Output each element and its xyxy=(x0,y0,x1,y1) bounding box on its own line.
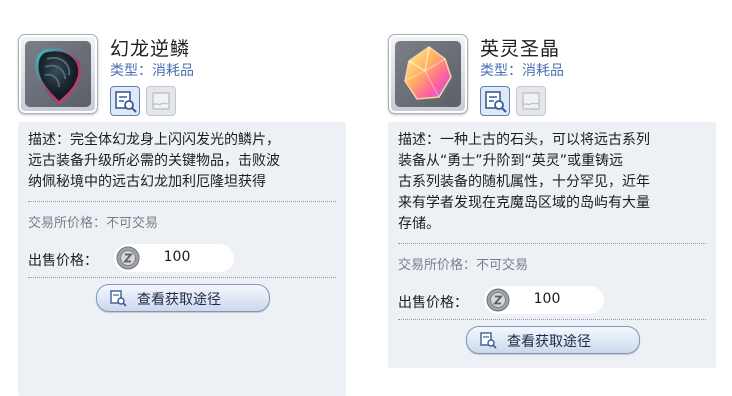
item-header: 幻龙逆鳞 类型：消耗品 xyxy=(18,26,346,122)
coin-icon xyxy=(486,288,510,312)
sell-price-field: 100 xyxy=(484,286,604,314)
item-type: 类型：消耗品 xyxy=(480,63,564,79)
item-type: 类型：消耗品 xyxy=(110,63,194,79)
card-view-button[interactable] xyxy=(516,86,546,116)
item-thumbnail xyxy=(18,34,98,114)
card-view-button[interactable] xyxy=(146,86,176,116)
item-name: 英灵圣晶 xyxy=(480,38,561,60)
description-line: 描述：一种上古的石头，可以将远古系列 xyxy=(398,132,650,148)
card-icon xyxy=(522,92,540,110)
sell-price-row: 出售价格： 100 xyxy=(18,241,346,277)
acquire-icon xyxy=(480,332,497,349)
inspect-icon xyxy=(115,91,137,113)
item-card-dragon-scale: 幻龙逆鳞 类型：消耗品 描述：完全体幻龙身上闪闪发光的鳞片， 远古装备升级所必需… xyxy=(18,26,346,396)
sell-price-label: 出售价格： xyxy=(28,253,98,269)
coin-icon xyxy=(116,246,140,270)
view-acquisition-button[interactable]: 查看获取途径 xyxy=(466,326,640,354)
description-line: 存储。 xyxy=(398,216,440,232)
inspect-icon xyxy=(485,91,507,113)
item-description: 描述：一种上古的石头，可以将远古系列 装备从“勇士”升阶到“英灵”或重铸远 古系… xyxy=(388,122,716,243)
acquire-label: 查看获取途径 xyxy=(507,334,591,350)
item-info-panel: 描述：完全体幻龙身上闪闪发光的鳞片， 远古装备升级所必需的关键物品，击败波 纳佩… xyxy=(18,122,346,396)
acquire-icon xyxy=(110,290,127,307)
item-info-panel: 描述：一种上古的石头，可以将远古系列 装备从“勇士”升阶到“英灵”或重铸远 古系… xyxy=(388,122,716,368)
crystal-icon xyxy=(395,41,461,107)
description-line: 来有学者发现在克魔岛区域的岛屿有大量 xyxy=(398,195,650,211)
trade-price: 交易所价格：不可交易 xyxy=(398,258,529,273)
description-line: 古系列装备的随机属性，十分罕见，近年 xyxy=(398,174,650,190)
sell-price-label: 出售价格： xyxy=(398,295,468,311)
item-card-hero-crystal: 英灵圣晶 类型：消耗品 描述：一种上古的石头，可以将远古系列 装备从“勇士”升阶… xyxy=(388,26,716,368)
description-line: 描述：完全体幻龙身上闪闪发光的鳞片， xyxy=(28,132,280,148)
description-line: 远古装备升级所必需的关键物品，击败波 xyxy=(28,153,280,169)
inspect-button[interactable] xyxy=(110,86,140,116)
item-description: 描述：完全体幻龙身上闪闪发光的鳞片， 远古装备升级所必需的关键物品，击败波 纳佩… xyxy=(18,122,346,201)
dragon-scale-icon xyxy=(25,41,91,107)
acquire-row: 查看获取途径 xyxy=(18,278,346,322)
sell-price-value: 100 xyxy=(533,291,561,307)
sell-price-field: 100 xyxy=(114,244,234,272)
item-thumbnail xyxy=(388,34,468,114)
sell-price-value: 100 xyxy=(163,249,191,265)
description-line: 纳佩秘境中的远古幻龙加利厄隆坦获得 xyxy=(28,174,266,190)
trade-price: 交易所价格：不可交易 xyxy=(28,216,159,231)
description-line: 装备从“勇士”升阶到“英灵”或重铸远 xyxy=(398,153,624,169)
acquire-label: 查看获取途径 xyxy=(137,292,221,308)
view-acquisition-button[interactable]: 查看获取途径 xyxy=(96,284,270,312)
card-icon xyxy=(152,92,170,110)
item-header: 英灵圣晶 类型：消耗品 xyxy=(388,26,716,122)
inspect-button[interactable] xyxy=(480,86,510,116)
sell-price-row: 出售价格： 100 xyxy=(388,283,716,319)
acquire-row: 查看获取途径 xyxy=(388,320,716,364)
item-name: 幻龙逆鳞 xyxy=(110,38,191,60)
